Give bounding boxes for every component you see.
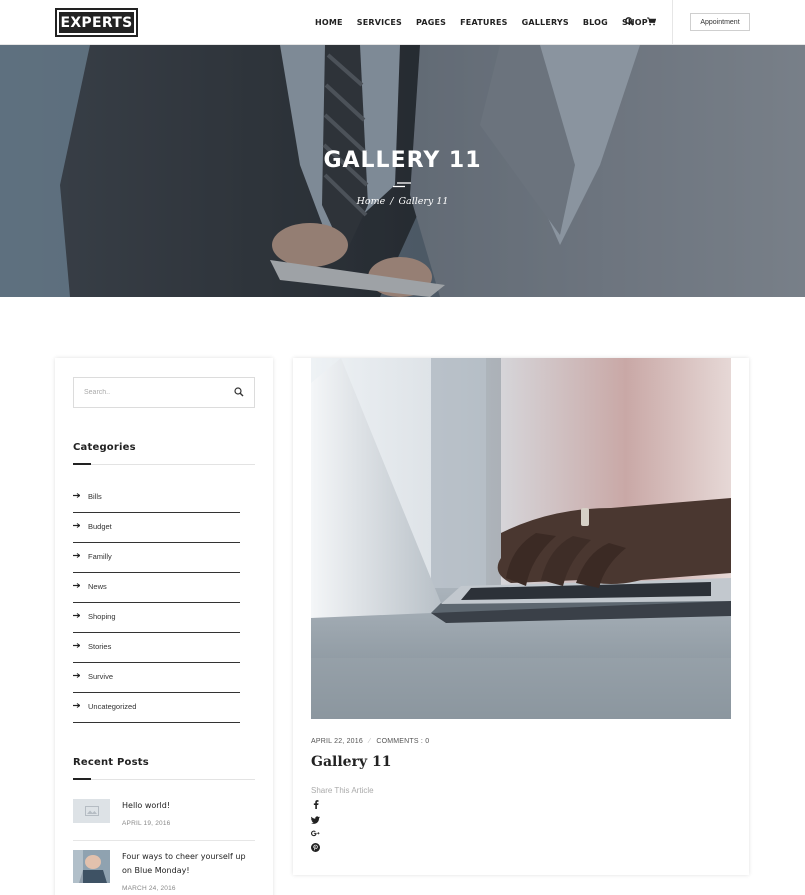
nav-features[interactable]: FEATURES <box>460 18 507 27</box>
search-input[interactable] <box>74 378 229 407</box>
category-label: Budget <box>88 522 112 531</box>
nav-home[interactable]: HOME <box>315 18 343 27</box>
post-card: APRIL 22, 2016 ⁄ COMMENTS : 0 Gallery 11 S… <box>293 358 749 875</box>
categories-title-line <box>73 464 255 465</box>
image-placeholder-icon <box>73 799 110 823</box>
category-item-uncategorized[interactable]: Uncategorized <box>73 693 240 723</box>
category-item-stories[interactable]: Stories <box>73 633 240 663</box>
google-plus-icon[interactable] <box>311 829 320 838</box>
category-item-shoping[interactable]: Shoping <box>73 603 240 633</box>
arrow-right-icon <box>73 583 80 588</box>
twitter-icon[interactable] <box>311 815 320 824</box>
arrow-right-icon <box>73 673 80 678</box>
category-label: Stories <box>88 642 112 651</box>
nav-pages[interactable]: PAGES <box>416 18 446 27</box>
post-featured-image[interactable] <box>311 358 731 719</box>
breadcrumb-separator: / <box>390 196 394 207</box>
recent-post-divider <box>73 840 255 841</box>
category-label: News <box>88 582 107 591</box>
nav-services[interactable]: SERVICES <box>357 18 402 27</box>
pinterest-icon[interactable] <box>311 843 320 852</box>
logo-text: EXPERTS <box>59 12 134 33</box>
recent-post-date: APRIL 19, 2016 <box>122 820 171 827</box>
category-item-budget[interactable]: Budget <box>73 513 240 543</box>
category-item-survive[interactable]: Survive <box>73 663 240 693</box>
breadcrumb-home[interactable]: Home <box>357 196 386 207</box>
site-header: EXPERTS HOME SERVICES PAGES FEATURES GAL… <box>0 0 805 45</box>
nav-gallerys[interactable]: GALLERYS <box>522 18 569 27</box>
categories-title-accent <box>73 463 91 465</box>
recent-posts-title-accent <box>73 778 91 780</box>
recent-post-title[interactable]: Four ways to cheer yourself up on Blue M… <box>122 850 257 878</box>
search-icon[interactable] <box>234 387 244 397</box>
post-comments-link[interactable]: COMMENTS : 0 <box>376 738 429 745</box>
post-thumbnail <box>73 850 110 883</box>
search-icon[interactable] <box>624 15 634 27</box>
recent-post-title[interactable]: Hello world! <box>122 799 257 813</box>
post-title[interactable]: Gallery 11 <box>311 754 391 770</box>
recent-posts-title: Recent Posts <box>73 757 149 768</box>
category-item-news[interactable]: News <box>73 573 240 603</box>
nav-blog[interactable]: BLOG <box>583 18 608 27</box>
arrow-right-icon <box>73 493 80 498</box>
nav-divider <box>672 0 673 45</box>
page-title: GALLERY 11 <box>323 148 482 173</box>
category-label: Uncategorized <box>88 702 137 711</box>
site-logo[interactable]: EXPERTS <box>55 8 138 37</box>
category-item-familly[interactable]: Familly <box>73 543 240 573</box>
arrow-right-icon <box>73 643 80 648</box>
arrow-right-icon <box>73 553 80 558</box>
main-nav: HOME SERVICES PAGES FEATURES GALLERYS BL… <box>315 0 662 45</box>
categories-list: Bills Budget Familly News Shoping Storie… <box>73 483 243 723</box>
recent-post-item[interactable]: Hello world! APRIL 19, 2016 <box>73 799 255 839</box>
breadcrumb: Home / Gallery 11 <box>0 196 805 207</box>
post-date: APRIL 22, 2016 <box>311 738 363 745</box>
sidebar: Categories Bills Budget Familly News Sho… <box>55 358 273 895</box>
post-meta: APRIL 22, 2016 ⁄ COMMENTS : 0 <box>311 738 429 745</box>
page-hero: GALLERY 11 Home / Gallery 11 <box>0 45 805 297</box>
recent-post-item[interactable]: Four ways to cheer yourself up on Blue M… <box>73 850 255 895</box>
appointment-button[interactable]: Appointment <box>690 13 750 31</box>
facebook-icon[interactable] <box>311 800 320 809</box>
category-label: Shoping <box>88 612 116 621</box>
arrow-right-icon <box>73 703 80 708</box>
arrow-right-icon <box>73 613 80 618</box>
search-box <box>73 377 255 408</box>
breadcrumb-current: Gallery 11 <box>398 196 449 207</box>
cart-icon[interactable] <box>646 15 656 27</box>
recent-post-date: MARCH 24, 2016 <box>122 885 176 892</box>
categories-title: Categories <box>73 442 136 453</box>
meta-separator: ⁄ <box>368 738 371 745</box>
recent-posts-title-line <box>73 779 255 780</box>
category-label: Survive <box>88 672 114 681</box>
category-label: Bills <box>88 492 102 501</box>
category-label: Familly <box>88 552 112 561</box>
category-item-bills[interactable]: Bills <box>73 483 240 513</box>
title-divider <box>393 182 411 188</box>
share-label: Share This Article <box>311 786 374 795</box>
arrow-right-icon <box>73 523 80 528</box>
